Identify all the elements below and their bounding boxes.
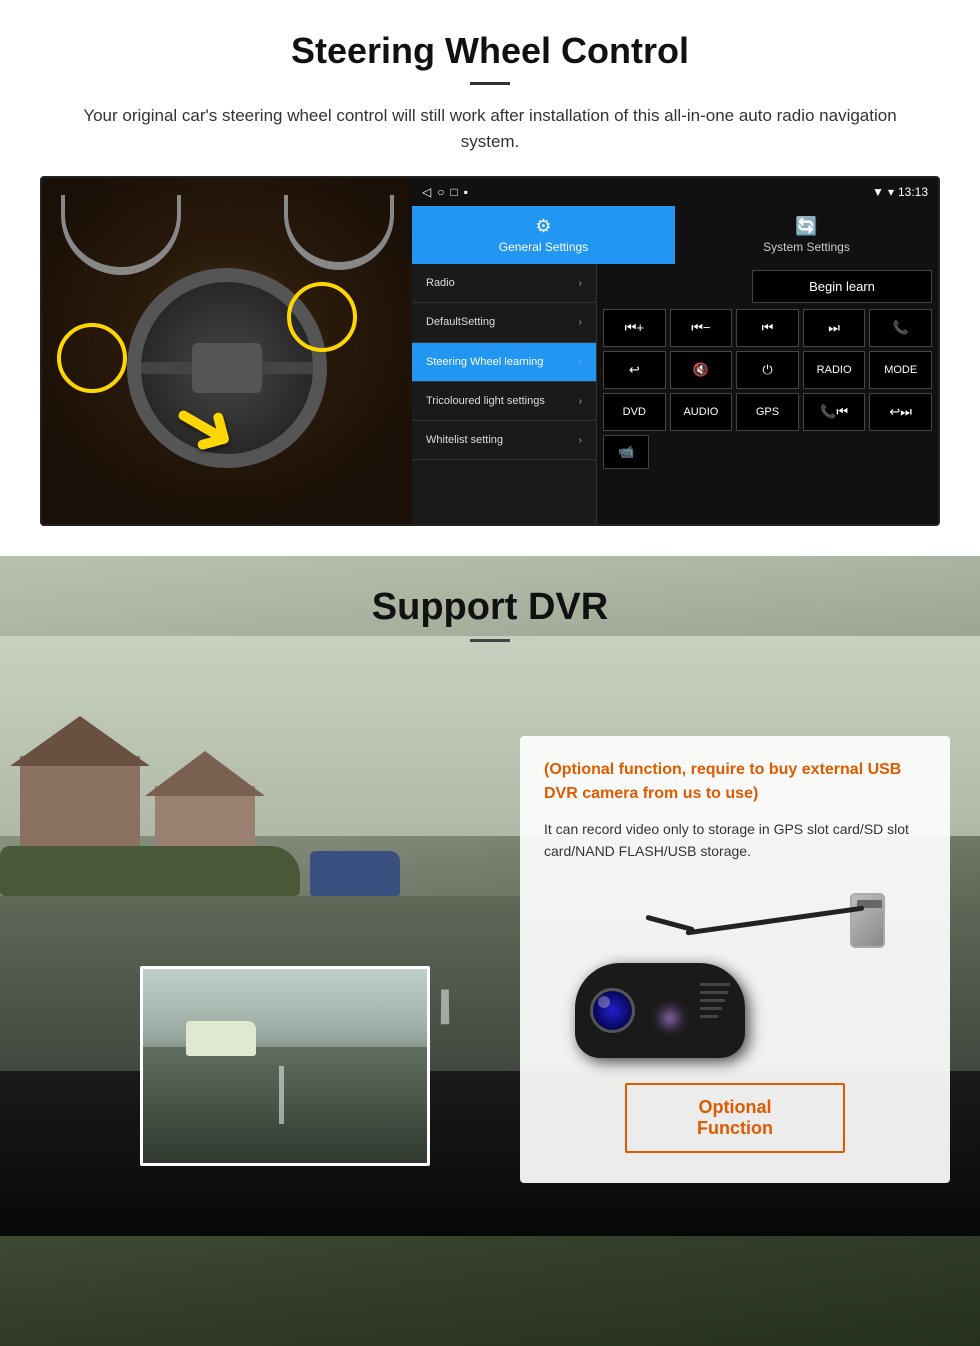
thumb-car [186, 1021, 256, 1056]
dvr-section: Support DVR (Optional function, require … [0, 556, 980, 1346]
controls-area: Begin learn ⏮+ ⏮− ⏮ ⏭ 📞 ↩ 🔇 ⏻ RADIO MODE… [597, 264, 938, 524]
camera-body-wrap [565, 883, 905, 1063]
nav-home-icon: ○ [437, 185, 444, 199]
menu-steering-learning[interactable]: Steering Wheel learning › [412, 343, 596, 382]
radio-button[interactable]: RADIO [803, 351, 866, 389]
dvr-thumbnail [140, 966, 430, 1166]
lens-highlight [598, 996, 610, 1008]
gauge-right [284, 195, 394, 270]
menu-tricoloured[interactable]: Tricoloured light settings › [412, 382, 596, 421]
dvr-title: Support DVR [0, 586, 980, 629]
thumb-road-line [279, 1066, 284, 1124]
back-button[interactable]: ↩ [603, 351, 666, 389]
chevron-icon-3: › [579, 356, 582, 367]
dvr-camera-illustration [565, 883, 905, 1063]
status-bar: ◁ ○ □ ▪ ▼ ▾ 13:13 [412, 178, 938, 206]
camera-lens [590, 988, 635, 1033]
dvr-cable [686, 905, 865, 935]
highlight-left [57, 323, 127, 393]
tab-general-label: General Settings [499, 240, 588, 254]
steering-photo-inner: ➜ [42, 178, 412, 524]
gps-button[interactable]: GPS [736, 393, 799, 431]
dvr-description: It can record video only to storage in G… [544, 818, 926, 863]
menu-radio-label: Radio [426, 276, 455, 290]
controls-grid: ⏮+ ⏮− ⏮ ⏭ 📞 ↩ 🔇 ⏻ RADIO MODE DVD AUDIO G… [603, 309, 932, 431]
dvd-button[interactable]: DVD [603, 393, 666, 431]
android-mockup: ➜ ◁ ○ □ ▪ ▼ ▾ 13:13 ⚙ General Se [40, 176, 940, 526]
chevron-icon: › [579, 278, 582, 289]
gauge-left [61, 195, 181, 275]
vent-4 [700, 1007, 722, 1010]
nav-recent-icon: □ [450, 185, 457, 199]
tab-system[interactable]: 🔄 System Settings [675, 206, 938, 264]
menu-whitelist[interactable]: Whitelist setting › [412, 421, 596, 460]
bottom-icon-row: 📹 [603, 435, 932, 469]
vent-1 [700, 983, 730, 986]
call-prev-button[interactable]: 📞⏮ [803, 393, 866, 431]
dvr-divider [470, 639, 510, 642]
wifi-icon: ▾ [888, 185, 894, 199]
chevron-icon-2: › [579, 317, 582, 328]
dvr-cable-2 [645, 914, 695, 932]
tab-general[interactable]: ⚙ General Settings [412, 206, 675, 264]
menu-controls: Radio › DefaultSetting › Steering Wheel … [412, 264, 938, 524]
steering-subtitle: Your original car's steering wheel contr… [80, 103, 900, 154]
hedge [0, 846, 300, 896]
dvr-info-card: (Optional function, require to buy exter… [520, 736, 950, 1183]
menu-list: Radio › DefaultSetting › Steering Wheel … [412, 264, 597, 524]
menu-radio[interactable]: Radio › [412, 264, 596, 303]
dvr-thumb-inner [143, 969, 427, 1163]
menu-steering-label: Steering Wheel learning [426, 355, 543, 369]
usb-plug [850, 893, 885, 948]
camera-vents [700, 983, 730, 1018]
audio-button[interactable]: AUDIO [670, 393, 733, 431]
vol-up-button[interactable]: ⏮+ [603, 309, 666, 347]
vol-down-button[interactable]: ⏮− [670, 309, 733, 347]
steering-title: Steering Wheel Control [40, 30, 940, 72]
menu-default-setting[interactable]: DefaultSetting › [412, 303, 596, 342]
gear-icon: ⚙ [535, 216, 551, 237]
mute-button[interactable]: 🔇 [670, 351, 733, 389]
back-next-button[interactable]: ↩⏭ [869, 393, 932, 431]
begin-learn-row: Begin learn [603, 270, 932, 303]
status-icons: ▼ ▾ 13:13 [872, 185, 928, 199]
car-1 [310, 851, 400, 896]
led-glow [655, 1003, 685, 1033]
settings-tabs: ⚙ General Settings 🔄 System Settings [412, 206, 938, 264]
dvr-optional-text: (Optional function, require to buy exter… [544, 758, 926, 806]
prev-button[interactable]: ⏮ [736, 309, 799, 347]
vent-3 [700, 999, 725, 1002]
steering-divider [470, 82, 510, 85]
android-panel: ◁ ○ □ ▪ ▼ ▾ 13:13 ⚙ General Settings 🔄 [412, 178, 938, 524]
steering-section: Steering Wheel Control Your original car… [0, 0, 980, 526]
menu-tricoloured-label: Tricoloured light settings [426, 394, 545, 408]
dvr-title-area: Support DVR [0, 556, 980, 662]
roof-1 [10, 716, 150, 766]
thumb-road [143, 1047, 427, 1163]
roof-2 [145, 751, 265, 796]
chevron-icon-5: › [579, 435, 582, 446]
highlight-right [287, 282, 357, 352]
mode-button[interactable]: MODE [869, 351, 932, 389]
next-button[interactable]: ⏭ [803, 309, 866, 347]
chevron-icon-4: › [579, 396, 582, 407]
menu-whitelist-label: Whitelist setting [426, 433, 503, 447]
nav-menu-icon: ▪ [464, 185, 468, 199]
nav-back-icon: ◁ [422, 185, 431, 199]
system-icon: 🔄 [795, 216, 817, 237]
power-button[interactable]: ⏻ [736, 351, 799, 389]
steering-photo: ➜ [42, 178, 412, 524]
begin-learn-button[interactable]: Begin learn [752, 270, 932, 303]
vent-5 [700, 1015, 718, 1018]
menu-default-label: DefaultSetting [426, 315, 495, 329]
signal-icon: ▼ [872, 185, 884, 199]
call-button[interactable]: 📞 [869, 309, 932, 347]
clock: 13:13 [898, 185, 928, 199]
optional-function-button[interactable]: Optional Function [625, 1083, 845, 1153]
road-line-1 [441, 990, 449, 1025]
camera-icon-button[interactable]: 📹 [603, 435, 649, 469]
tab-system-label: System Settings [763, 240, 850, 254]
vent-2 [700, 991, 728, 994]
